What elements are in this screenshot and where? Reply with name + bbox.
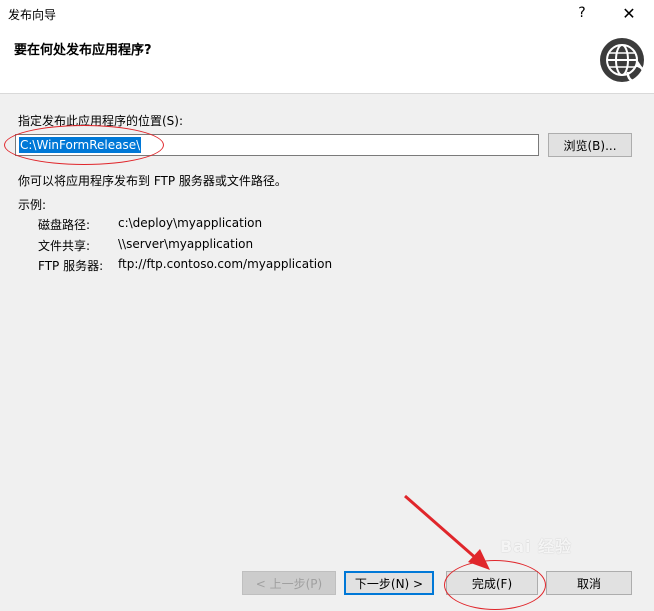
finish-button[interactable]: 完成(F) [446,571,538,595]
publish-location-value: C:\WinFormRelease\ [19,137,142,153]
example-key: 磁盘路径: [38,218,91,232]
example-value: \\server\myapplication [118,237,254,251]
globe-publish-icon [600,38,645,83]
window-title: 发布向导 [8,8,57,22]
publish-hint: 你可以将应用程序发布到 FTP 服务器或文件路径。 [18,174,287,188]
next-button[interactable]: 下一步(N) > [344,571,434,595]
publish-location-input[interactable]: C:\WinFormRelease\ [15,134,539,156]
location-label: 指定发布此应用程序的位置(S): [18,114,184,128]
wizard-header: 要在何处发布应用程序? [0,26,654,94]
page-title: 要在何处发布应用程序? [14,43,152,58]
close-button[interactable]: ✕ [614,0,644,26]
example-value: c:\deploy\myapplication [118,216,263,230]
example-value: ftp://ftp.contoso.com/myapplication [118,257,333,271]
watermark: Bai 经验 [500,537,573,556]
help-button[interactable]: ? [567,0,597,26]
cancel-button[interactable]: 取消 [546,571,632,595]
examples-label: 示例: [18,198,47,212]
title-bar: 发布向导 ? ✕ [0,0,654,26]
example-key: FTP 服务器: [38,259,104,273]
previous-button[interactable]: < 上一步(P) [242,571,336,595]
browse-button[interactable]: 浏览(B)... [548,133,632,157]
example-key: 文件共享: [38,239,91,253]
